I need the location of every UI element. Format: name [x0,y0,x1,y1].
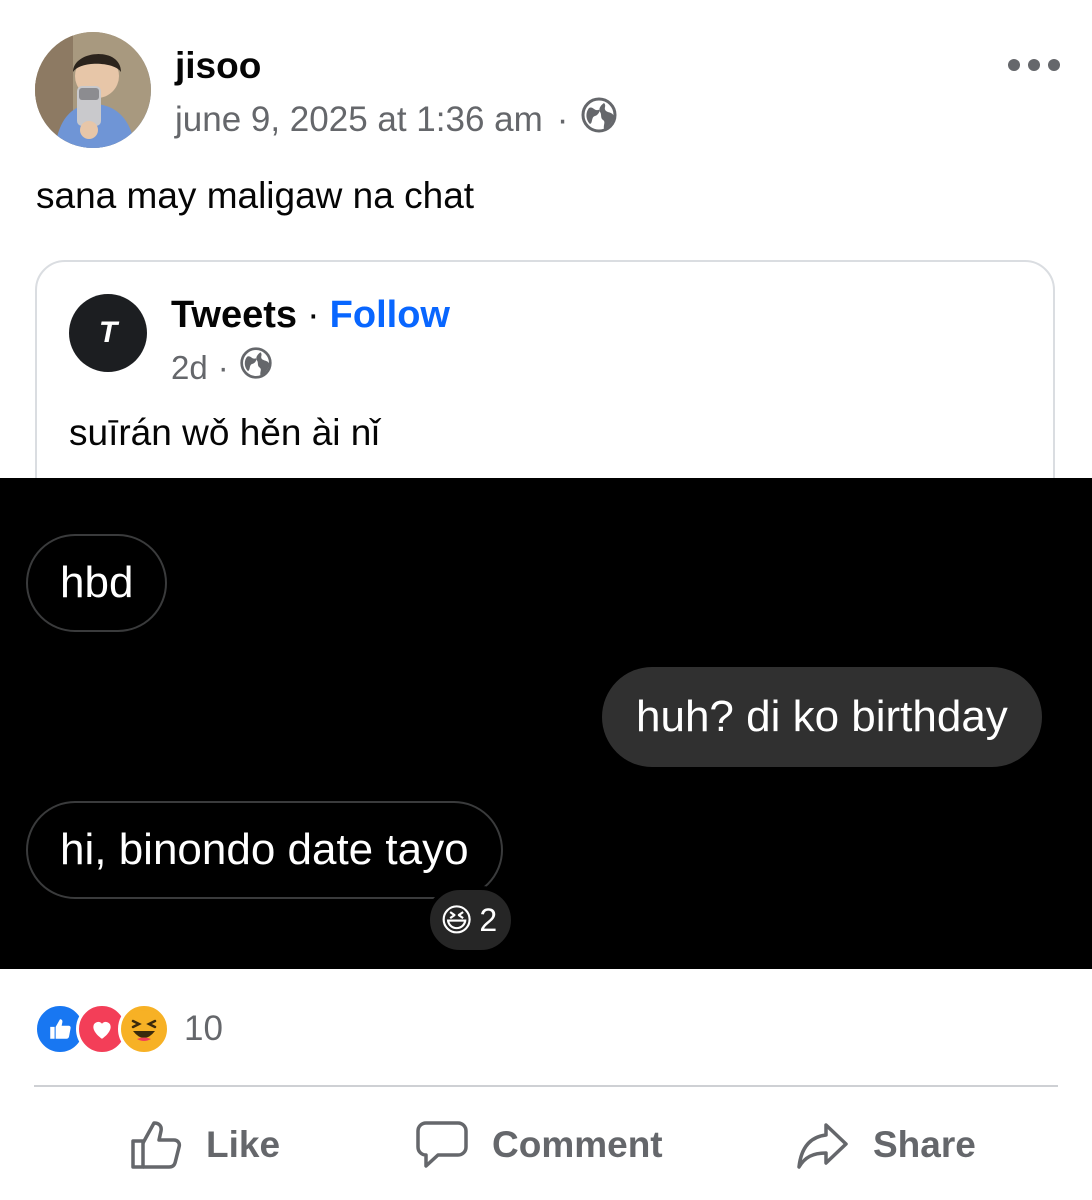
thumbs-up-icon [131,1121,182,1169]
share-arrow-icon [797,1123,848,1169]
page-name[interactable]: Tweets [171,292,297,338]
post-text: sana may maligaw na chat [36,175,475,216]
shared-post-header: Tweets · Follow [171,292,450,338]
post-timestamp[interactable]: june 9, 2025 at 1:36 am [175,99,543,141]
like-label: Like [206,1124,281,1165]
globe-icon[interactable] [580,96,618,144]
action-bar: Like Comment Share [0,1110,1092,1180]
comment-label: Comment [492,1124,663,1165]
reactions-summary[interactable]: 10 [34,1003,223,1055]
shared-post-text: suīrán wǒ hěn ài nǐ [69,412,380,453]
post-meta: june 9, 2025 at 1:36 am · [175,96,618,144]
comment-bubble-icon [416,1121,468,1168]
message-reaction-count: 2 [479,901,498,938]
facebook-post: jisoo june 9, 2025 at 1:36 am · sana may… [0,0,1092,1200]
more-options-icon[interactable] [1008,55,1060,75]
share-label: Share [873,1124,976,1165]
follow-button[interactable]: Follow [330,292,450,338]
shared-post-meta: 2d · [171,346,273,390]
author-avatar[interactable] [35,32,151,148]
action-divider [34,1085,1058,1087]
header-separator: · [307,294,320,336]
grinning-squint-emoji-icon: 😆 [440,902,474,938]
shared-meta-separator: · [217,349,229,386]
meta-separator: · [556,100,569,139]
message-reaction: 😆 2 [426,886,516,954]
shared-post-age[interactable]: 2d [171,347,208,389]
reaction-count[interactable]: 10 [184,1009,223,1049]
like-button[interactable]: Like [128,1110,280,1180]
incoming-message: hbd [26,534,168,632]
share-button[interactable]: Share [795,1110,976,1180]
outgoing-message: huh? di ko birthday [602,667,1042,767]
haha-reaction-icon [118,1003,170,1055]
chat-screenshot[interactable]: hbd huh? di ko birthday hi, binondo date… [0,478,1092,969]
incoming-message: hi, binondo date tayo [26,801,503,899]
comment-button[interactable]: Comment [414,1110,663,1180]
globe-icon[interactable] [239,346,273,390]
page-avatar[interactable]: T [69,294,147,372]
author-name[interactable]: jisoo [175,44,261,88]
